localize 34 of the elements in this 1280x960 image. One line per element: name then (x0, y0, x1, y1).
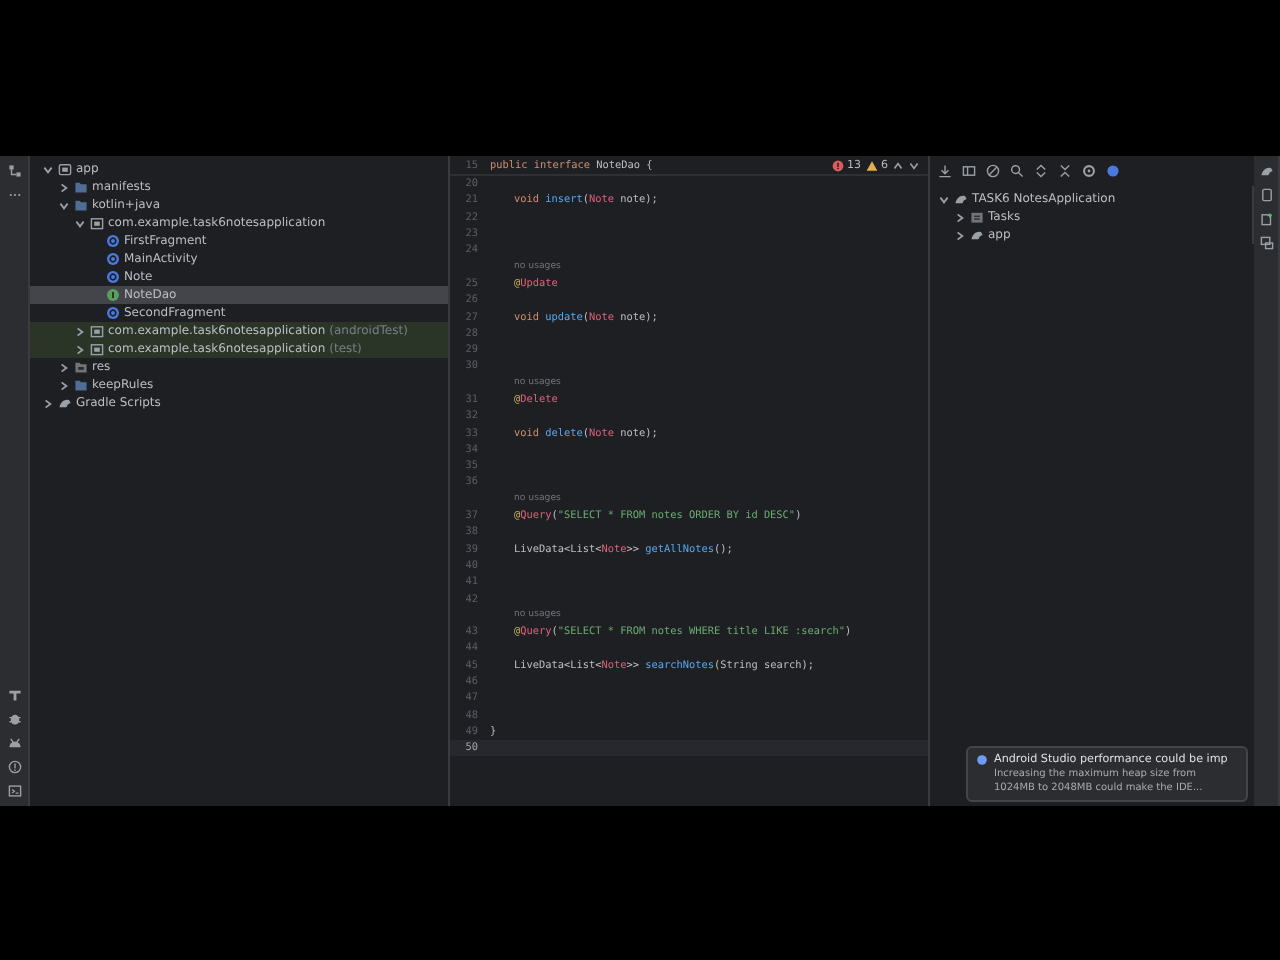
expand-all-icon (1034, 164, 1048, 178)
device-icon (1259, 188, 1273, 202)
download-icon (938, 164, 952, 178)
chevron-down-icon[interactable] (938, 193, 950, 205)
resource-folder-icon (74, 360, 88, 374)
terminal-icon (7, 784, 21, 798)
gradle-icon (58, 396, 72, 410)
device-manager-icon (1259, 212, 1273, 226)
interface-icon (106, 288, 120, 302)
search-icon (1010, 164, 1024, 178)
chevron-up-icon (892, 159, 904, 171)
structure-icon (7, 164, 21, 178)
bug-icon (7, 712, 21, 726)
gradle-project-icon (970, 228, 984, 242)
gradle-project-icon (954, 192, 968, 206)
device-mirror-icon (1259, 236, 1273, 250)
chevron-down-icon (908, 159, 920, 171)
warning-icon (865, 159, 877, 171)
module-folder-icon (58, 162, 72, 176)
folder-icon (74, 378, 88, 392)
package-icon (90, 342, 104, 356)
info-icon (976, 754, 988, 766)
package-icon (90, 216, 104, 230)
android-icon (7, 736, 21, 750)
class-icon (106, 306, 120, 320)
panel-icon (962, 164, 976, 178)
chevron-down-icon[interactable] (42, 163, 54, 175)
package-icon (90, 324, 104, 338)
problems-icon (7, 760, 21, 774)
gradle-icon (1259, 164, 1273, 178)
status-dot-icon (1106, 164, 1120, 178)
tasks-folder-icon (970, 210, 984, 224)
collapse-all-icon (1058, 164, 1072, 178)
chevron-right-icon[interactable] (58, 181, 70, 193)
